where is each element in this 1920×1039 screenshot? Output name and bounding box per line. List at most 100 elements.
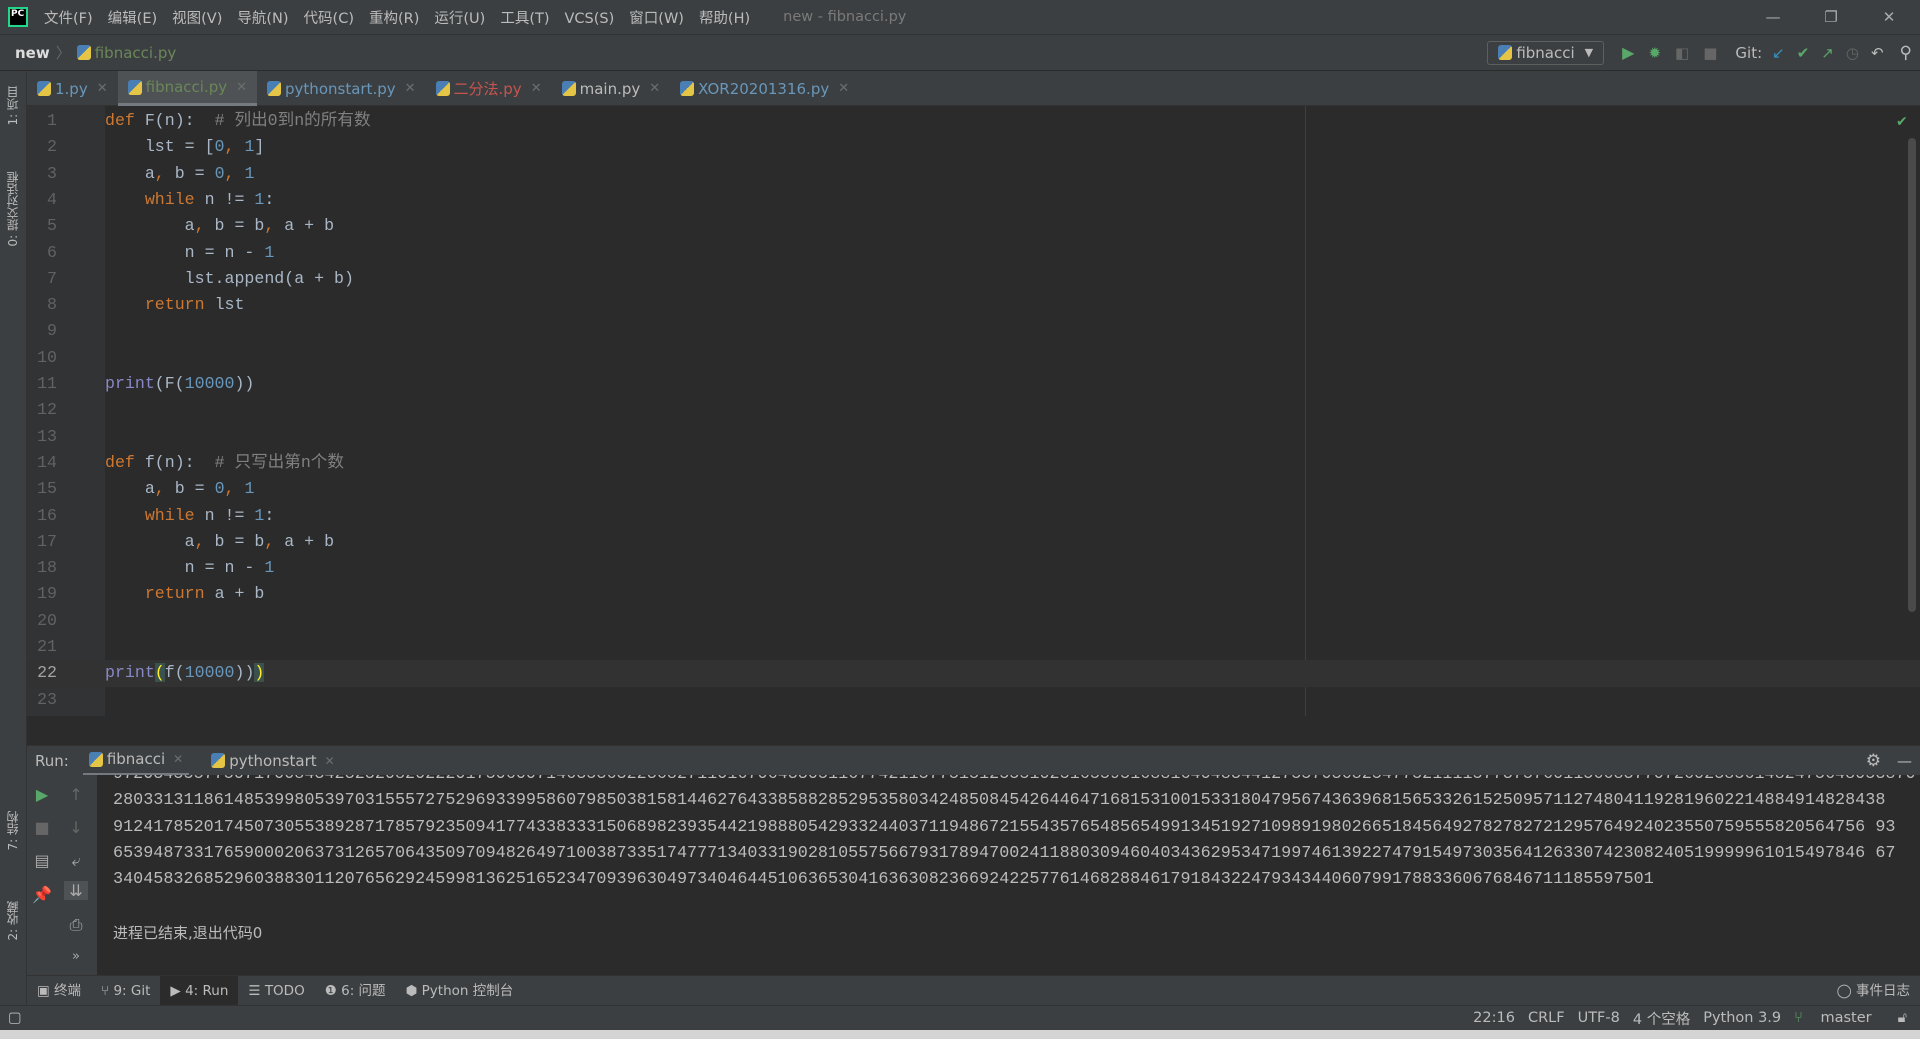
restore-button[interactable]: ❐: [1802, 0, 1860, 35]
menu-item[interactable]: 导航(N): [237, 11, 288, 27]
menu-item[interactable]: 重构(R): [369, 11, 419, 27]
menu-item[interactable]: 工具(T): [500, 11, 549, 27]
tab-file[interactable]: 1.py ✕: [27, 71, 118, 106]
pin-icon[interactable]: 📌: [30, 885, 54, 904]
interpreter[interactable]: Python 3.9: [1703, 1010, 1781, 1026]
up-icon[interactable]: ↑: [64, 785, 88, 804]
tool-window-1[interactable]: ⑂ 9: Git: [91, 976, 160, 1006]
line-number: 12: [37, 400, 57, 420]
editor-scrollbar[interactable]: [1908, 138, 1916, 612]
toggle-tool-windows-icon[interactable]: ▢: [8, 1010, 22, 1026]
breadcrumb-file[interactable]: fibnacci.py: [95, 44, 177, 62]
tab-label: main.py: [579, 79, 641, 98]
close-icon[interactable]: ✕: [649, 81, 660, 96]
run-tab-fibnacci[interactable]: fibnacci ✕: [82, 746, 190, 776]
close-icon[interactable]: ✕: [838, 81, 849, 96]
indent-setting[interactable]: 4 个空格: [1633, 1008, 1690, 1029]
code-line: 4 while n != 1:: [27, 187, 1920, 213]
code-line: 5 a, b = b, a + b: [27, 213, 1920, 239]
menu-item[interactable]: 窗口(W): [629, 11, 684, 27]
history-icon[interactable]: ◷: [1846, 44, 1859, 62]
code-token: ,: [264, 216, 285, 236]
gear-icon[interactable]: ⚙: [1866, 751, 1881, 771]
code-token: n !=: [204, 505, 255, 525]
line-number: 20: [37, 610, 57, 630]
more-icon[interactable]: »: [64, 949, 88, 964]
python-icon: [211, 753, 226, 768]
close-button[interactable]: ✕: [1860, 0, 1918, 35]
tool-window-5[interactable]: ⬢ Python 控制台: [396, 976, 524, 1006]
scroll-to-end-icon[interactable]: ⇊: [64, 881, 88, 900]
close-icon[interactable]: ✕: [173, 752, 183, 766]
minimize-button[interactable]: —: [1744, 0, 1802, 35]
tool-window-6[interactable]: ◯ 事件日志: [1827, 976, 1920, 1006]
menu-item[interactable]: 文件(F): [44, 11, 93, 27]
run-config-select[interactable]: fibnacci ▼: [1487, 40, 1605, 65]
left-tool-stripe: 1: 项目 0: 提交对话框 7: 结构 2: 收藏: [0, 71, 27, 1010]
tool-commit[interactable]: 0: 提交对话框: [4, 171, 21, 247]
event-log-icon: ◯: [1836, 982, 1856, 999]
menu-item[interactable]: 编辑(E): [108, 11, 157, 27]
menu-item[interactable]: 代码(C): [304, 11, 354, 27]
debug-icon[interactable]: ✹: [1648, 44, 1661, 62]
rollback-icon[interactable]: ↶: [1871, 44, 1884, 62]
run-tab-label: pythonstart: [229, 751, 317, 770]
soft-wrap-icon[interactable]: ⤶: [64, 851, 88, 871]
python-icon: [1498, 45, 1513, 60]
tool-structure[interactable]: 7: 结构: [4, 811, 21, 851]
code-token: ,: [154, 479, 175, 499]
tab-file[interactable]: pythonstart.py ✕: [257, 71, 425, 106]
menu-item[interactable]: 视图(V): [172, 11, 222, 27]
code-token: 0: [214, 163, 225, 183]
console-line: 3404583268529603883011207656292459981362…: [113, 870, 1654, 890]
git-commit-icon[interactable]: ✔: [1797, 44, 1810, 62]
down-icon[interactable]: ↓: [64, 818, 88, 837]
menu-item[interactable]: 运行(U): [434, 11, 485, 27]
tab-file[interactable]: 二分法.py ✕: [426, 71, 552, 106]
coverage-icon[interactable]: ◧: [1675, 44, 1689, 62]
status-bar: ▢ 22:16 CRLF UTF-8 4 个空格 Python 3.9 ⑂ ma…: [0, 1005, 1920, 1030]
line-number: 11: [37, 374, 57, 393]
tool-window-2[interactable]: ▶ 4: Run: [160, 975, 239, 1006]
menu-item[interactable]: 帮助(H): [699, 11, 750, 27]
tool-window-0[interactable]: ▣ 终端: [27, 976, 91, 1006]
menu-item[interactable]: VCS(S): [565, 11, 615, 27]
search-icon[interactable]: ⚲: [1900, 43, 1912, 63]
breadcrumb-project[interactable]: new: [15, 44, 50, 62]
run-label: Run:: [35, 751, 69, 770]
run-icon[interactable]: ▶: [1622, 43, 1634, 62]
caret-position[interactable]: 22:16: [1473, 1010, 1515, 1026]
tab-file[interactable]: main.py ✕: [552, 71, 671, 106]
tab-file[interactable]: XOR20201316.py ✕: [670, 71, 859, 106]
tool-window-3[interactable]: ☰ TODO: [238, 976, 314, 1006]
file-encoding[interactable]: UTF-8: [1578, 1010, 1620, 1026]
git-update-icon[interactable]: ↙: [1772, 44, 1785, 62]
tool-window-4[interactable]: ❶ 6: 问题: [315, 976, 396, 1006]
console-output[interactable]: 9720345557750717008434232320820222017506…: [97, 775, 1920, 975]
code-editor[interactable]: 1 def F(n): # 列出0到n的所有数 2 lst = [0, 1] 3 a,…: [27, 106, 1920, 716]
lock-icon[interactable]: 🔓︎: [1898, 1010, 1907, 1026]
tool-project[interactable]: 1: 项目: [4, 86, 21, 126]
close-icon[interactable]: ✕: [97, 81, 108, 96]
close-icon[interactable]: ✕: [236, 80, 247, 95]
run-tab-pythonstart[interactable]: pythonstart ✕: [205, 752, 340, 770]
python-file-icon: [76, 45, 91, 60]
stop-icon[interactable]: ■: [1703, 44, 1717, 62]
git-push-icon[interactable]: ↗: [1821, 44, 1834, 62]
tab-file[interactable]: fibnacci.py ✕: [117, 71, 258, 106]
stop-icon[interactable]: ■: [30, 818, 54, 837]
close-icon[interactable]: ✕: [405, 81, 416, 96]
hide-icon[interactable]: —: [1897, 752, 1912, 770]
close-icon[interactable]: ✕: [531, 81, 542, 96]
console-line: 9124178520174507305538928717857923509417…: [113, 817, 1896, 837]
rerun-icon[interactable]: ▶: [30, 785, 54, 804]
line-separator[interactable]: CRLF: [1528, 1010, 1565, 1026]
console-line: 6539487331765900020637312657064350970948…: [113, 843, 1896, 863]
close-icon[interactable]: ✕: [325, 754, 335, 768]
layout-icon[interactable]: ▤: [30, 851, 54, 870]
git-branch[interactable]: ⑂ master: [1794, 1010, 1884, 1026]
tool-favorites[interactable]: 2: 收藏: [4, 901, 21, 941]
print-icon[interactable]: ⎙: [64, 915, 88, 935]
